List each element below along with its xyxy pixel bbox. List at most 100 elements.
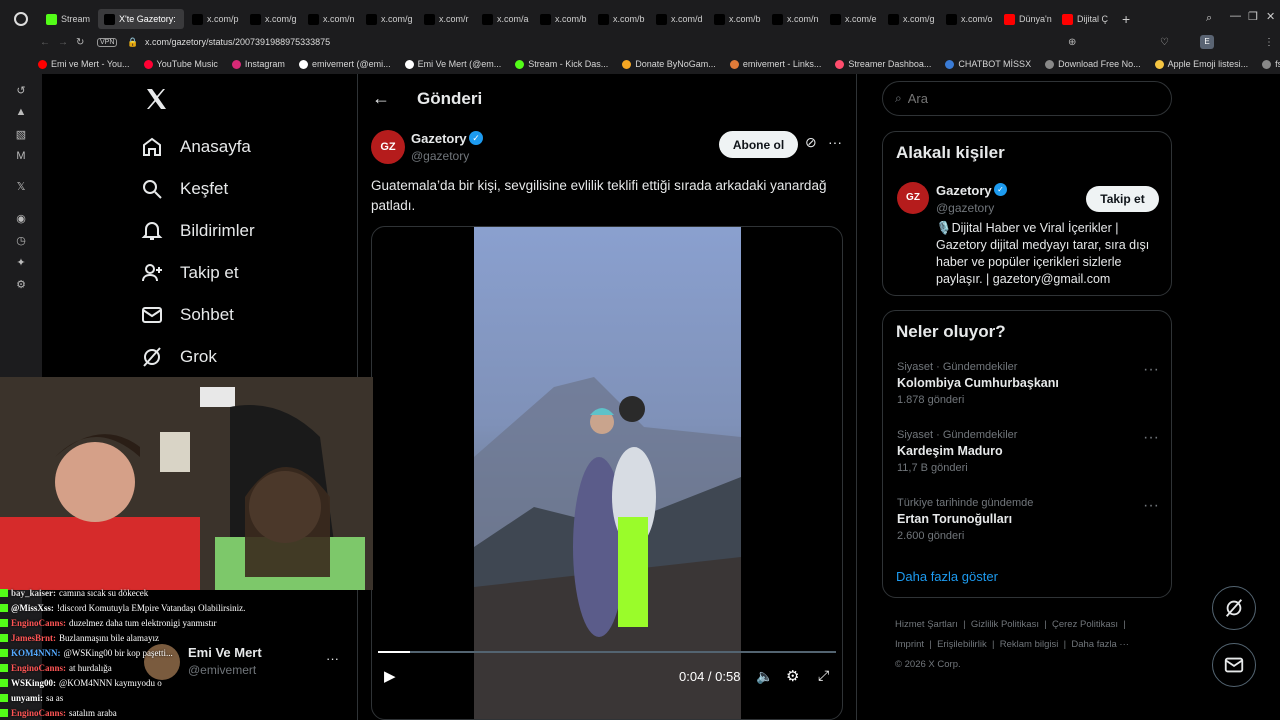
- clock-icon[interactable]: ◷: [14, 234, 28, 248]
- subscribe-button[interactable]: Abone ol: [719, 131, 798, 158]
- bookmark-item[interactable]: Apple Emoji listesi...: [1154, 59, 1248, 69]
- bookmark-item[interactable]: YouTube Music: [143, 59, 218, 69]
- trend-item[interactable]: Siyaset · Gündemdekiler Kolombiya Cumhur…: [897, 361, 1159, 406]
- messenger-icon[interactable]: M: [14, 150, 28, 164]
- video-frame[interactable]: [474, 227, 741, 719]
- browser-tab[interactable]: x.com/g: [360, 9, 416, 29]
- bookmark-item[interactable]: CHATBOT MİSSX: [945, 59, 1031, 69]
- browser-tab[interactable]: x.com/n: [302, 9, 358, 29]
- back-icon[interactable]: ←: [40, 37, 50, 48]
- footer-link[interactable]: Daha fazla ···: [1071, 639, 1129, 650]
- messages-float-button[interactable]: [1212, 643, 1256, 687]
- profile-icon[interactable]: E: [1200, 35, 1214, 49]
- back-arrow-icon[interactable]: ←: [372, 88, 390, 109]
- video-settings-icon[interactable]: ⚙: [786, 667, 799, 685]
- forward-icon[interactable]: →: [58, 37, 68, 48]
- lock-icon[interactable]: 🔒: [127, 37, 138, 48]
- more-options-icon[interactable]: ···: [1143, 361, 1159, 379]
- browser-tab[interactable]: x.com/g: [882, 9, 938, 29]
- play-icon[interactable]: ▶: [384, 667, 396, 685]
- more-options-icon[interactable]: ···: [1143, 497, 1159, 515]
- url-field[interactable]: x.com/gazetory/status/200739198897533387…: [145, 37, 330, 47]
- bookmark-item[interactable]: Emi ve Mert - You...: [38, 59, 130, 69]
- footer-link[interactable]: Reklam bilgisi: [1000, 639, 1059, 650]
- settings-icon[interactable]: ⚙: [14, 278, 28, 292]
- search-box[interactable]: ⌕: [882, 81, 1172, 116]
- footer-link[interactable]: Çerez Politikası: [1052, 619, 1118, 630]
- bookmark-item[interactable]: emivemert (@emi...: [298, 59, 391, 69]
- extensions-icon[interactable]: ✦: [14, 256, 28, 270]
- bookmark-item[interactable]: fsfsd: [1262, 59, 1280, 69]
- author-name[interactable]: Gazetory: [411, 131, 467, 146]
- zoom-icon[interactable]: ⊕: [1068, 37, 1076, 48]
- nav-follow[interactable]: Takip et: [140, 261, 239, 285]
- wallet-icon[interactable]: ▲: [14, 106, 28, 120]
- menu-icon[interactable]: ⋮: [1264, 37, 1274, 48]
- close-window-icon[interactable]: ✕: [1266, 10, 1275, 23]
- follow-button[interactable]: Takip et: [1086, 186, 1159, 212]
- footer-link[interactable]: Gizlilik Politikası: [971, 619, 1039, 630]
- bookmark-item[interactable]: Instagram: [231, 59, 285, 69]
- nav-grok[interactable]: Grok: [140, 345, 217, 369]
- footer-link[interactable]: Imprint: [895, 639, 924, 650]
- browser-tab[interactable]: x.com/r: [418, 9, 474, 29]
- search-tabs-icon[interactable]: ⌕: [1206, 12, 1212, 25]
- trend-item[interactable]: Türkiye tarihinde gündemde Ertan Torunoğ…: [897, 497, 1159, 542]
- new-tab-icon[interactable]: +: [1122, 11, 1130, 27]
- search-input[interactable]: [907, 91, 1148, 106]
- footer-link[interactable]: Hizmet Şartları: [895, 619, 958, 630]
- bookmark-item[interactable]: Download Free No...: [1045, 59, 1141, 69]
- browser-tab[interactable]: x.com/b: [592, 9, 648, 29]
- browser-tab[interactable]: Dünya'n: [998, 9, 1054, 29]
- related-handle[interactable]: @gazetory: [936, 201, 994, 215]
- volume-icon[interactable]: 🔈: [756, 668, 773, 685]
- history-icon[interactable]: ↺: [14, 84, 28, 98]
- music-icon[interactable]: ◉: [14, 212, 28, 226]
- nav-chat[interactable]: Sohbet: [140, 303, 234, 327]
- browser-tab[interactable]: x.com/n: [766, 9, 822, 29]
- vpn-badge[interactable]: VPN: [97, 37, 118, 47]
- video-progress-track[interactable]: [378, 651, 836, 653]
- show-more-link[interactable]: Daha fazla göster: [896, 569, 998, 584]
- browser-tab[interactable]: x.com/d: [650, 9, 706, 29]
- related-name[interactable]: Gazetory: [936, 183, 992, 198]
- minimize-icon[interactable]: —: [1230, 10, 1241, 22]
- browser-tab[interactable]: x.com/b: [708, 9, 764, 29]
- browser-logo-icon[interactable]: [14, 12, 28, 26]
- nav-home[interactable]: Anasayfa: [140, 135, 251, 159]
- maximize-icon[interactable]: ❐: [1248, 10, 1258, 23]
- more-options-icon[interactable]: ···: [828, 134, 842, 150]
- nav-explore[interactable]: Keşfet: [140, 177, 228, 201]
- bookmark-item[interactable]: Streamer Dashboa...: [835, 59, 931, 69]
- avatar[interactable]: GZ: [897, 182, 929, 214]
- nav-notifications[interactable]: Bildirimler: [140, 219, 255, 243]
- more-options-icon[interactable]: ···: [1143, 429, 1159, 447]
- grok-float-button[interactable]: [1212, 586, 1256, 630]
- footer-link[interactable]: Erişilebilirlik: [937, 639, 987, 650]
- bookmark-item[interactable]: Donate ByNoGam...: [622, 59, 716, 69]
- browser-tab[interactable]: x.com/p: [186, 9, 242, 29]
- grok-post-icon[interactable]: ⊘: [805, 134, 817, 151]
- notes-icon[interactable]: ▧: [14, 128, 28, 142]
- browser-tab[interactable]: x.com/e: [824, 9, 880, 29]
- fullscreen-icon[interactable]: ⤢: [818, 667, 829, 684]
- avatar[interactable]: GZ: [371, 130, 405, 164]
- browser-tab[interactable]: Dijital Ç: [1056, 9, 1112, 29]
- x-sidebar-icon[interactable]: 𝕏: [14, 180, 28, 194]
- browser-tab[interactable]: X'te Gazetory:: [98, 9, 184, 29]
- browser-tab[interactable]: x.com/g: [244, 9, 300, 29]
- x-logo-icon[interactable]: [144, 87, 168, 111]
- mail-icon: [1224, 657, 1244, 673]
- browser-tab[interactable]: x.com/o: [940, 9, 996, 29]
- bookmark-item[interactable]: emivemert - Links...: [729, 59, 821, 69]
- author-handle[interactable]: @gazetory: [411, 149, 469, 163]
- video-player[interactable]: ▶ 0:04 / 0:58 🔈 ⚙ ⤢: [371, 226, 843, 720]
- bookmark-item[interactable]: Emi Ve Mert (@em...: [404, 59, 501, 69]
- bookmark-icon[interactable]: ♡: [1160, 37, 1169, 48]
- reload-icon[interactable]: ↻: [76, 37, 84, 48]
- browser-tab[interactable]: x.com/a: [476, 9, 532, 29]
- browser-tab[interactable]: Stream: [40, 9, 96, 29]
- trend-item[interactable]: Siyaset · Gündemdekiler Kardeşim Maduro …: [897, 429, 1159, 474]
- bookmark-item[interactable]: Stream - Kick Das...: [515, 59, 608, 69]
- browser-tab[interactable]: x.com/b: [534, 9, 590, 29]
